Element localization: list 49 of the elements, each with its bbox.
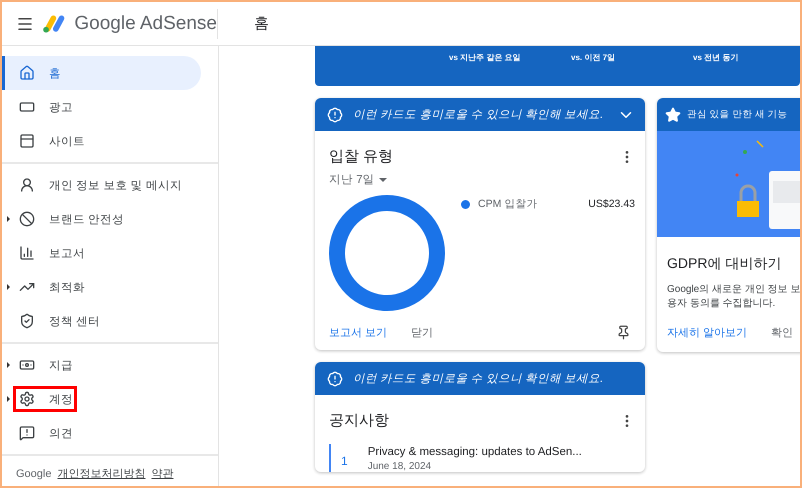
- feedback-icon: [19, 425, 35, 441]
- product-name: Google AdSense: [74, 12, 217, 34]
- ban-icon: [19, 211, 35, 227]
- bar-chart-icon: [19, 245, 35, 261]
- sidebar-item[interactable]: 브랜드 안전성: [2, 202, 201, 236]
- card-action-link[interactable]: 보고서 보기: [329, 325, 388, 340]
- card-title: 입찰 유형: [329, 147, 394, 166]
- comparison-label: vs 지난주 같은 요일: [449, 52, 522, 63]
- sidebar-item[interactable]: 보고서: [2, 236, 201, 270]
- comparison-label: vs 전년 동기: [693, 52, 740, 63]
- banner-text: 이런 카드도 흥미로울 수 있으니 확인해 보세요.: [353, 108, 604, 122]
- notice-date: June 18, 2024: [368, 461, 432, 472]
- notice-title[interactable]: Privacy & messaging: updates to AdSen...: [368, 446, 582, 458]
- footer-link[interactable]: 개인정보처리방침: [57, 466, 146, 481]
- legend-value: US$23.43: [588, 198, 635, 210]
- page-title: 홈: [254, 14, 269, 33]
- home-icon: [19, 65, 35, 81]
- sidebar-item[interactable]: 개인 정보 보호 및 메시지: [2, 168, 201, 202]
- sidebar-item[interactable]: 정책 센터: [2, 304, 201, 338]
- sidebar-item[interactable]: 계정: [2, 382, 201, 416]
- star-icon: [665, 106, 681, 122]
- alert-badge-icon: [327, 106, 343, 122]
- card-action-link[interactable]: 자세히 알아보기: [667, 325, 748, 340]
- sidebar-item[interactable]: 최적화: [2, 270, 201, 304]
- sidebar-item[interactable]: 의견: [2, 416, 201, 450]
- sidebar-item[interactable]: 지급: [2, 348, 201, 382]
- sidebar-item[interactable]: 홈: [2, 56, 201, 90]
- card-action-link[interactable]: 닫기: [411, 325, 434, 340]
- sidebar-item[interactable]: 사이트: [2, 124, 201, 158]
- footer-brand: Google: [16, 468, 52, 480]
- alert-badge-icon: [327, 370, 343, 386]
- adsense-logo-icon: [42, 12, 66, 34]
- person-icon: [19, 177, 35, 193]
- sidebar-item[interactable]: 광고: [2, 90, 201, 124]
- settings-icon: [19, 391, 35, 407]
- shield-icon: [19, 313, 35, 329]
- comparison-label: vs. 이전 7일: [571, 52, 616, 63]
- feature-description: Google의 새로운 개인 정보 보 용자 동의를 수집합니다.: [666, 283, 800, 311]
- banner-text: 이런 카드도 흥미로울 수 있으니 확인해 보세요.: [353, 372, 604, 386]
- banner-text: 관심 있을 만한 새 기능: [687, 108, 789, 121]
- site-layout-icon: [19, 133, 35, 149]
- footer-link[interactable]: 약관: [151, 466, 174, 481]
- card-title: 공지사항: [329, 411, 389, 430]
- feature-title: GDPR에 대비하기: [666, 254, 782, 273]
- notice-number: 1: [341, 453, 348, 470]
- pin-icon[interactable]: [616, 325, 631, 340]
- legend-label: CPM 입찰가: [478, 197, 538, 211]
- card-action-link[interactable]: 확인: [771, 325, 794, 340]
- period-dropdown[interactable]: 지난 7일: [315, 166, 645, 187]
